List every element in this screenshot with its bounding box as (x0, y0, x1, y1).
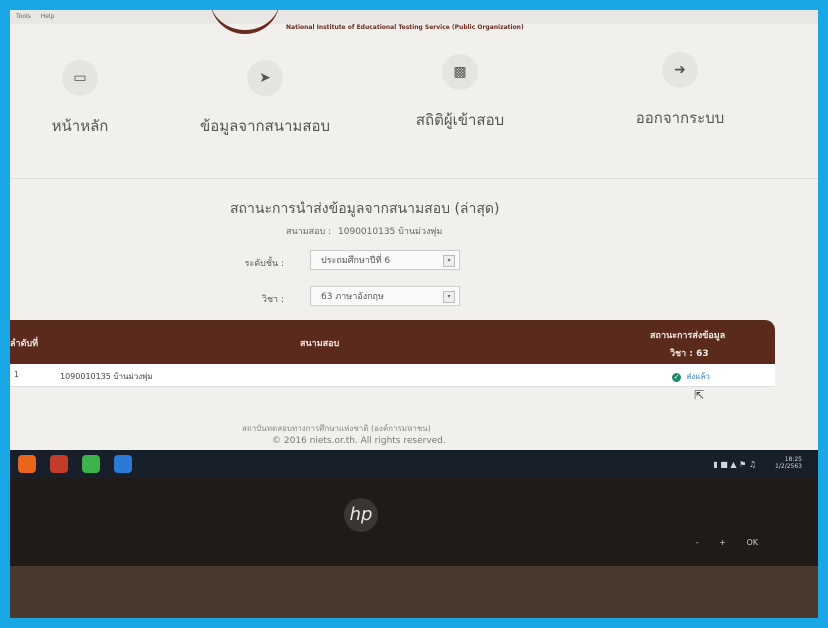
table-header: ลำดับที่ สนามสอบ สถานะการส่งข้อมูล วิชา … (10, 320, 775, 364)
firefox-icon[interactable] (18, 455, 36, 473)
col-status-subject: วิชา : 63 (670, 349, 709, 359)
sign-out-icon: ➜ (662, 52, 698, 88)
nav-stats-label: สถิติผู้เข้าสอบ (415, 111, 505, 129)
browser-screen: Tools Help National Institute of Educati… (10, 10, 818, 478)
subject-label: วิชา : (261, 295, 284, 305)
org-brand-text: National Institute of Educational Testin… (286, 24, 524, 31)
status-table: ลำดับที่ สนามสอบ สถานะการส่งข้อมูล วิชา … (10, 320, 775, 387)
nav-stats[interactable]: ▩ สถิติผู้เข้าสอบ (405, 54, 515, 132)
menu-strip: Tools Help (10, 10, 818, 24)
bar-chart-icon: ▩ (442, 54, 478, 90)
chevron-down-icon: ▾ (443, 291, 455, 303)
footer-org: สถาบันทดสอบทางการศึกษาแห่งชาติ (องค์การม… (242, 424, 431, 433)
monitor-buttons: - + OK (678, 538, 758, 547)
system-tray-icons[interactable]: ▮ ■ ▲ ⚑ ♫ (713, 460, 756, 469)
nav-center-data[interactable]: ➤ ข้อมูลจากสนามสอบ (190, 60, 340, 138)
monitor-button-minus[interactable]: - (696, 538, 699, 547)
photo-frame: Tools Help National Institute of Educati… (10, 10, 818, 618)
status-text: ส่งแล้ว (686, 372, 710, 381)
desk-surface (10, 566, 818, 618)
internet-explorer-icon[interactable] (114, 455, 132, 473)
footer-copyright: © 2016 niets.or.th. All rights reserved. (272, 436, 446, 446)
table-row: 1 1090010135 บ้านม่วงพุ่ม ✓ ส่งแล้ว (10, 364, 775, 387)
monitor-button-ok[interactable]: OK (746, 538, 758, 547)
hp-logo: hp (344, 498, 378, 532)
center-label: สนามสอบ : (286, 227, 332, 237)
col-status-title: สถานะการส่งข้อมูล (650, 331, 726, 341)
send-icon: ➤ (247, 60, 283, 96)
nav-logout[interactable]: ➜ ออกจากระบบ (630, 52, 730, 130)
level-select[interactable]: ประถมศึกษาปีที่ 6 ▾ (310, 250, 460, 270)
clock-date: 1/2/2563 (775, 463, 802, 470)
logo (210, 10, 280, 34)
level-select-value: ประถมศึกษาปีที่ 6 (321, 256, 391, 266)
line-app-icon[interactable] (82, 455, 100, 473)
row-index: 1 (14, 370, 20, 379)
subject-select-value: 63 ภาษาอังกฤษ (321, 292, 384, 302)
center-value: 1090010135 บ้านม่วงพุ่ม (338, 227, 443, 237)
col-center: สนามสอบ (300, 339, 340, 349)
taskbar: ▮ ■ ▲ ⚑ ♫ 18:25 1/2/2563 (10, 450, 818, 478)
monitor-icon: ▭ (62, 60, 98, 96)
menu-tools[interactable]: Tools (16, 13, 31, 20)
nav-logout-label: ออกจากระบบ (635, 109, 725, 127)
menu-help[interactable]: Help (41, 13, 55, 20)
page-title: สถานะการนำส่งข้อมูลจากสนามสอบ (ล่าสุด) (230, 201, 500, 217)
mouse-cursor-icon: ⇱ (694, 388, 705, 402)
subject-select[interactable]: 63 ภาษาอังกฤษ ▾ (310, 286, 460, 306)
center-info: สนามสอบ : 1090010135 บ้านม่วงพุ่ม (282, 224, 442, 238)
chevron-down-icon: ▾ (443, 255, 455, 267)
nav-home-label: หน้าหลัก (51, 117, 109, 135)
nav-home[interactable]: ▭ หน้าหลัก (40, 60, 120, 138)
media-player-icon[interactable] (50, 455, 68, 473)
monitor-button-plus[interactable]: + (719, 538, 726, 547)
clock[interactable]: 18:25 1/2/2563 (775, 456, 802, 470)
nav-center-data-label: ข้อมูลจากสนามสอบ (199, 117, 331, 135)
main-nav: ▭ หน้าหลัก ➤ ข้อมูลจากสนามสอบ ▩ สถิติผู้… (10, 52, 818, 160)
check-circle-icon: ✓ (672, 373, 681, 382)
row-center: 1090010135 บ้านม่วงพุ่ม (60, 372, 153, 381)
level-label: ระดับชั้น : (244, 259, 284, 269)
nav-divider (10, 178, 818, 179)
col-index: ลำดับที่ (10, 339, 39, 349)
status-badge: ✓ ส่งแล้ว (672, 370, 710, 383)
clock-time: 18:25 (784, 456, 802, 463)
